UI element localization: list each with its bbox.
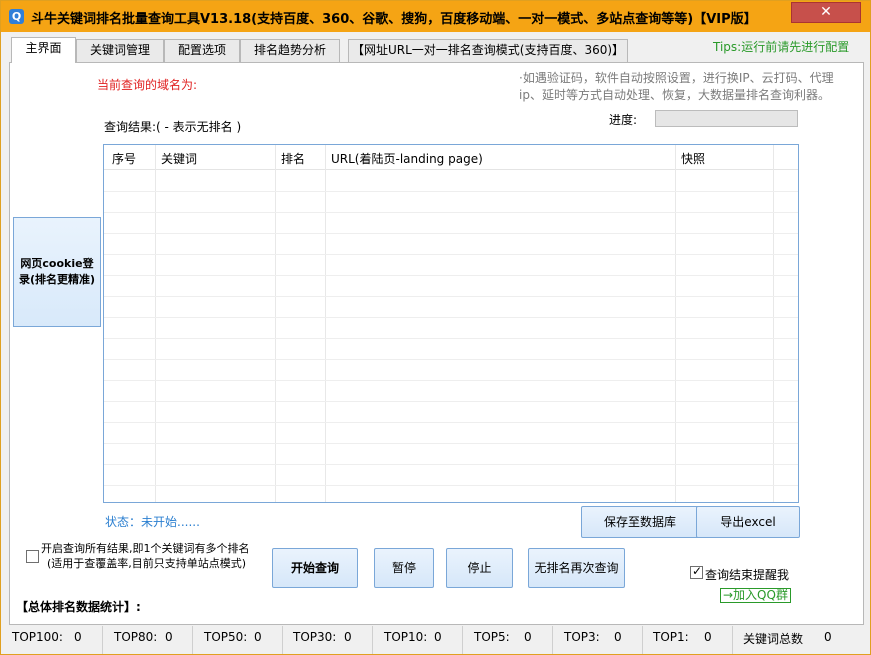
checkmark-icon: ✓: [692, 564, 703, 578]
statusbar-label: TOP10:: [384, 630, 428, 644]
table-row: [104, 317, 798, 318]
remind-label: 查询结束提醒我: [705, 568, 790, 582]
table-row: [104, 380, 798, 381]
window-title: 斗牛关键词排名批量查询工具V13.18(支持百度、360、谷歌、搜狗，百度移动端…: [31, 12, 757, 27]
close-icon: ✕: [820, 4, 832, 20]
statusbar-value: 0: [165, 630, 173, 644]
table-row: [104, 338, 798, 339]
table-row: [104, 233, 798, 234]
table-row: [104, 422, 798, 423]
table-row: [104, 443, 798, 444]
statusbar-label: TOP1:: [653, 630, 689, 644]
close-button[interactable]: ✕: [791, 2, 861, 23]
tab-keyword-management[interactable]: 关键词管理: [76, 39, 164, 62]
multi-result-label: 开启查询所有结果,即1个关键词有多个排名 (适用于查覆盖率,目前只支持单站点模式…: [41, 541, 250, 571]
table-row: [104, 359, 798, 360]
statusbar-label: TOP100:: [12, 630, 63, 644]
statusbar-keyword-total: 关键词总数 0: [733, 626, 870, 654]
join-qq-group-link[interactable]: →加入QQ群: [720, 588, 791, 603]
table-row: [104, 485, 798, 486]
remind-checkbox[interactable]: ✓: [690, 564, 703, 579]
tab-main[interactable]: 主界面: [11, 37, 76, 63]
table-row: [104, 464, 798, 465]
domain-label: 当前查询的域名为:: [97, 78, 198, 92]
result-label: 查询结果:( - 表示无排名 ): [104, 120, 242, 134]
statusbar-value: 0: [434, 630, 442, 644]
statusbar-top10: TOP10: 0: [373, 626, 463, 654]
column-header-keyword[interactable]: 关键词: [161, 150, 197, 167]
statusbar-value: 0: [74, 630, 82, 644]
column-header-index[interactable]: 序号: [112, 150, 136, 167]
column-divider: [276, 145, 326, 502]
statusbar-label: TOP5:: [474, 630, 510, 644]
progress-bar: [655, 110, 798, 127]
statusbar-top1: TOP1: 0: [643, 626, 733, 654]
export-excel-button[interactable]: 导出excel: [696, 506, 800, 538]
pause-button[interactable]: 暂停: [374, 548, 434, 588]
search-icon: Q: [9, 9, 24, 24]
table-row: [104, 191, 798, 192]
column-divider: [104, 145, 156, 502]
cookie-login-button[interactable]: 网页cookie登录(排名更精准): [13, 217, 101, 327]
app-window: Q 斗牛关键词排名批量查询工具V13.18(支持百度、360、谷歌、搜狗，百度移…: [0, 0, 871, 655]
statusbar-value: 0: [344, 630, 352, 644]
tips-text: Tips:运行前请先进行配置: [713, 40, 850, 54]
status-bar: TOP100: 0 TOP80: 0 TOP50: 0 TOP30: 0 TOP…: [2, 626, 870, 654]
table-row: [104, 254, 798, 255]
statusbar-value: 0: [614, 630, 622, 644]
statusbar-label: 关键词总数: [743, 632, 804, 646]
stop-button[interactable]: 停止: [446, 548, 513, 588]
table-row: [104, 212, 798, 213]
statusbar-value: 0: [704, 630, 712, 644]
table-row: [104, 275, 798, 276]
statusbar-value: 0: [824, 630, 832, 644]
statusbar-top30: TOP30: 0: [283, 626, 373, 654]
column-divider: [156, 145, 276, 502]
statusbar-label: TOP80:: [114, 630, 158, 644]
column-header-rank[interactable]: 排名: [281, 150, 305, 167]
save-to-database-button[interactable]: 保存至数据库: [581, 506, 699, 538]
multi-result-checkbox[interactable]: [26, 550, 39, 563]
statusbar-top80: TOP80: 0: [103, 626, 193, 654]
statusbar-value: 0: [254, 630, 262, 644]
statusbar-label: TOP3:: [564, 630, 600, 644]
statusbar-top5: TOP5: 0: [463, 626, 553, 654]
column-header-snapshot[interactable]: 快照: [681, 150, 705, 167]
results-table[interactable]: 序号 关键词 排名 URL(着陆页-landing page) 快照: [103, 144, 799, 503]
statusbar-label: TOP30:: [293, 630, 337, 644]
cookie-login-label: 网页cookie登录(排名更精准): [18, 257, 96, 286]
table-row: [104, 401, 798, 402]
statusbar-top3: TOP3: 0: [553, 626, 643, 654]
multi-result-label-line2: (适用于查覆盖率,目前只支持单站点模式): [47, 557, 247, 570]
progress-label: 进度:: [609, 113, 638, 127]
multi-result-label-line1: 开启查询所有结果,即1个关键词有多个排名: [41, 542, 250, 555]
status-text: 状态：未开始......: [105, 515, 200, 529]
requery-unranked-button[interactable]: 无排名再次查询: [528, 548, 625, 588]
table-row: [104, 296, 798, 297]
column-header-url[interactable]: URL(着陆页-landing page): [331, 150, 483, 167]
tab-url-one-to-one[interactable]: 【网址URL一对一排名查询模式(支持百度、360)】: [348, 39, 628, 62]
statusbar-top100: TOP100: 0: [2, 626, 103, 654]
statusbar-value: 0: [524, 630, 532, 644]
description-text: ·如遇验证码，软件自动按照设置，进行换IP、云打码、代理ip、延时等方式自动处理…: [519, 71, 834, 102]
tab-rank-trend[interactable]: 排名趋势分析: [240, 39, 340, 62]
total-stats-label: 【总体排名数据统计】:: [16, 600, 141, 614]
column-divider: [676, 145, 774, 502]
statusbar-top50: TOP50: 0: [193, 626, 283, 654]
start-query-button[interactable]: 开始查询: [272, 548, 358, 588]
tab-config[interactable]: 配置选项: [164, 39, 240, 62]
column-divider: [326, 145, 676, 502]
title-bar[interactable]: Q 斗牛关键词排名批量查询工具V13.18(支持百度、360、谷歌、搜狗，百度移…: [1, 1, 870, 32]
statusbar-label: TOP50:: [204, 630, 248, 644]
